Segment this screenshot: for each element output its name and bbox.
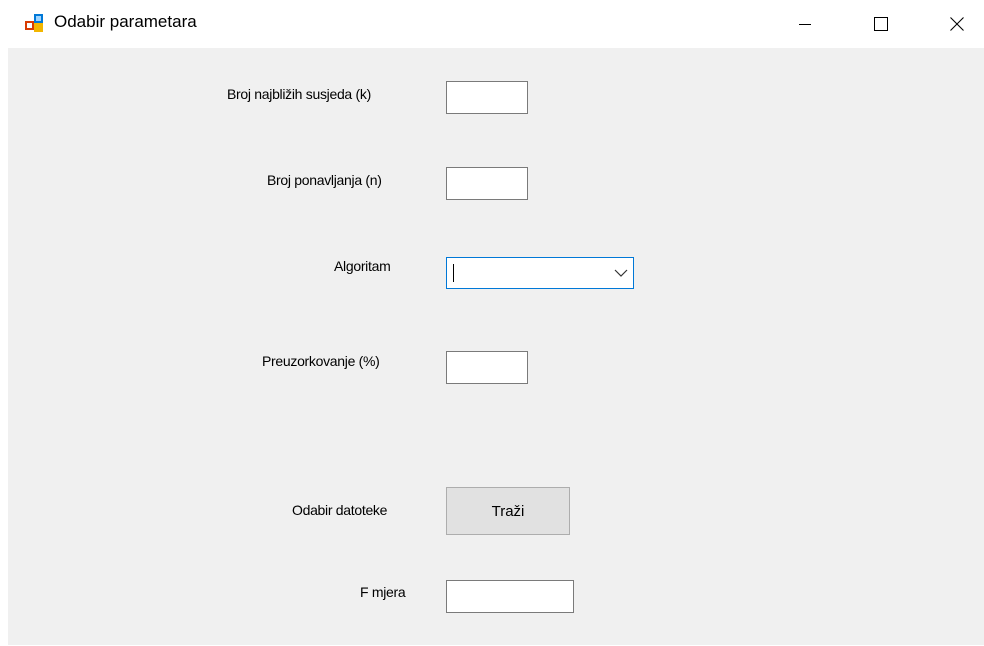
algorithm-combobox[interactable] — [446, 257, 634, 289]
algorithm-label: Algoritam — [334, 258, 391, 274]
oversampling-label: Preuzorkovanje (%) — [262, 353, 380, 369]
window-title: Odabir parametara — [54, 12, 197, 31]
n-label: Broj ponavljanja (n) — [267, 172, 382, 188]
n-input[interactable] — [446, 167, 528, 200]
text-caret — [453, 264, 454, 282]
k-label: Broj najbližih susjeda (k) — [227, 86, 371, 102]
maximize-icon — [874, 17, 888, 31]
browse-button[interactable]: Traži — [446, 487, 570, 535]
form-client-area: Broj najbližih susjeda (k) Broj ponavlja… — [8, 48, 984, 645]
minimize-icon — [799, 24, 811, 25]
chevron-down-icon[interactable] — [613, 265, 629, 281]
fmeasure-label: F mjera — [360, 584, 406, 600]
title-bar[interactable]: Odabir parametara — [0, 0, 984, 48]
close-icon — [950, 17, 964, 31]
main-window: Odabir parametara Broj najbližih susjeda… — [0, 0, 984, 646]
close-button[interactable] — [934, 0, 980, 48]
maximize-button[interactable] — [858, 0, 904, 48]
minimize-button[interactable] — [782, 0, 828, 48]
oversampling-input[interactable] — [446, 351, 528, 384]
fmeasure-output[interactable] — [446, 580, 574, 613]
app-icon — [25, 14, 43, 32]
file-label: Odabir datoteke — [292, 502, 388, 518]
k-input[interactable] — [446, 81, 528, 114]
